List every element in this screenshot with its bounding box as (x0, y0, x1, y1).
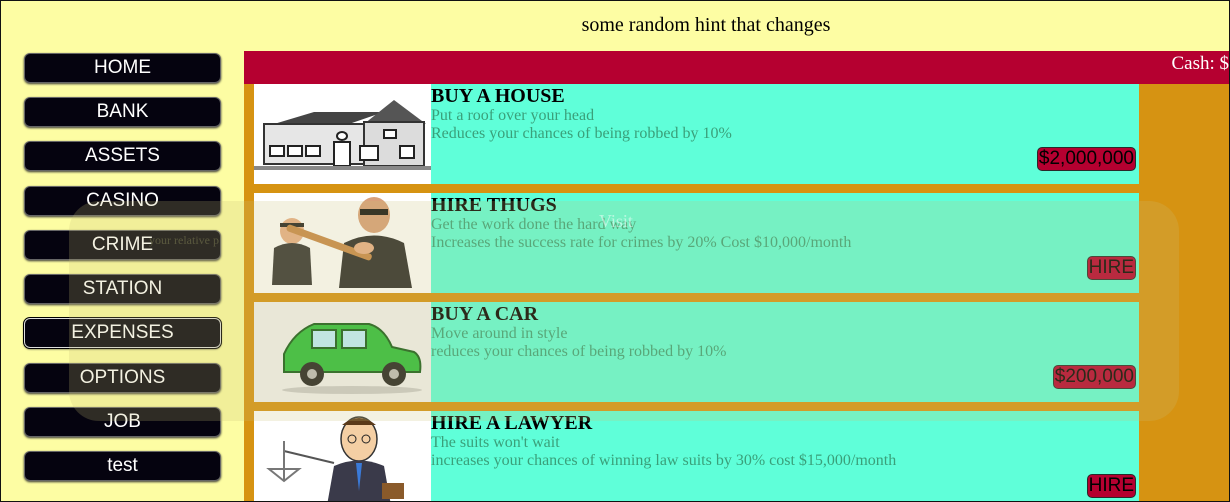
card-description: Put a roof over your head Reduces your c… (431, 107, 732, 143)
lawyer-icon (254, 411, 431, 501)
card-line: Reduces your chances of being robbed by … (431, 125, 732, 142)
nav-options-button[interactable]: OPTIONS (24, 363, 221, 393)
card-title: BUY A HOUSE (431, 85, 565, 107)
card-title: BUY A CAR (431, 303, 539, 325)
card-description: Move around in style reduces your chance… (431, 325, 726, 361)
card-line: Move around in style (431, 325, 568, 342)
hire-lawyer-button[interactable]: HIRE (1086, 474, 1136, 498)
nav-station-button[interactable]: STATION (24, 274, 221, 304)
expenses-panel: Cash: $ BUY A HOUSE Put a roof over your… (244, 51, 1229, 501)
card-line: Increases the success rate for crimes by… (431, 234, 852, 251)
cash-bar: Cash: $ (244, 51, 1229, 84)
cash-label: Cash: $ (1171, 53, 1229, 74)
nav-job-button[interactable]: JOB (24, 407, 221, 437)
nav-expenses-button[interactable]: EXPENSES (23, 317, 222, 349)
buy-car-button[interactable]: $200,000 (1052, 365, 1136, 389)
thugs-icon (254, 193, 431, 293)
nav-crime-button[interactable]: CRIME (24, 230, 221, 260)
card-line: reduces your chances of being robbed by … (431, 343, 727, 360)
expense-card-house: BUY A HOUSE Put a roof over your head Re… (254, 84, 1139, 184)
expense-card-car: BUY A CAR Move around in style reduces y… (254, 302, 1139, 402)
car-icon (254, 302, 431, 402)
sidebar: HOME BANK ASSETS CASINO CRIME STATION EX… (1, 51, 244, 501)
nav-assets-button[interactable]: ASSETS (24, 141, 221, 171)
card-title: HIRE THUGS (431, 194, 557, 216)
hire-thugs-button[interactable]: HIRE (1086, 256, 1136, 280)
hint-bar: some random hint that changes (1, 1, 1229, 51)
nav-bank-button[interactable]: BANK (24, 97, 221, 127)
card-description: Get the work done the hard way Increases… (431, 216, 851, 252)
buy-house-button[interactable]: $2,000,000 (1036, 147, 1136, 171)
card-line: Get the work done the hard way (431, 216, 637, 233)
nav-casino-button[interactable]: CASINO (24, 186, 221, 216)
game-window: some random hint that changes HOME BANK … (0, 0, 1230, 502)
card-line: Put a roof over your head (431, 107, 595, 124)
expense-card-lawyer: HIRE A LAWYER The suits won't wait incre… (254, 411, 1139, 501)
nav-test-button[interactable]: test (24, 451, 221, 481)
nav-home-button[interactable]: HOME (24, 53, 221, 83)
house-icon (254, 84, 431, 184)
card-line: increases your chances of winning law su… (431, 452, 897, 469)
card-title: HIRE A LAWYER (431, 412, 593, 434)
expense-card-thugs: HIRE THUGS Get the work done the hard wa… (254, 193, 1139, 293)
hint-text: some random hint that changes (581, 14, 831, 36)
card-line: The suits won't wait (431, 434, 560, 451)
card-description: The suits won't wait increases your chan… (431, 434, 896, 470)
